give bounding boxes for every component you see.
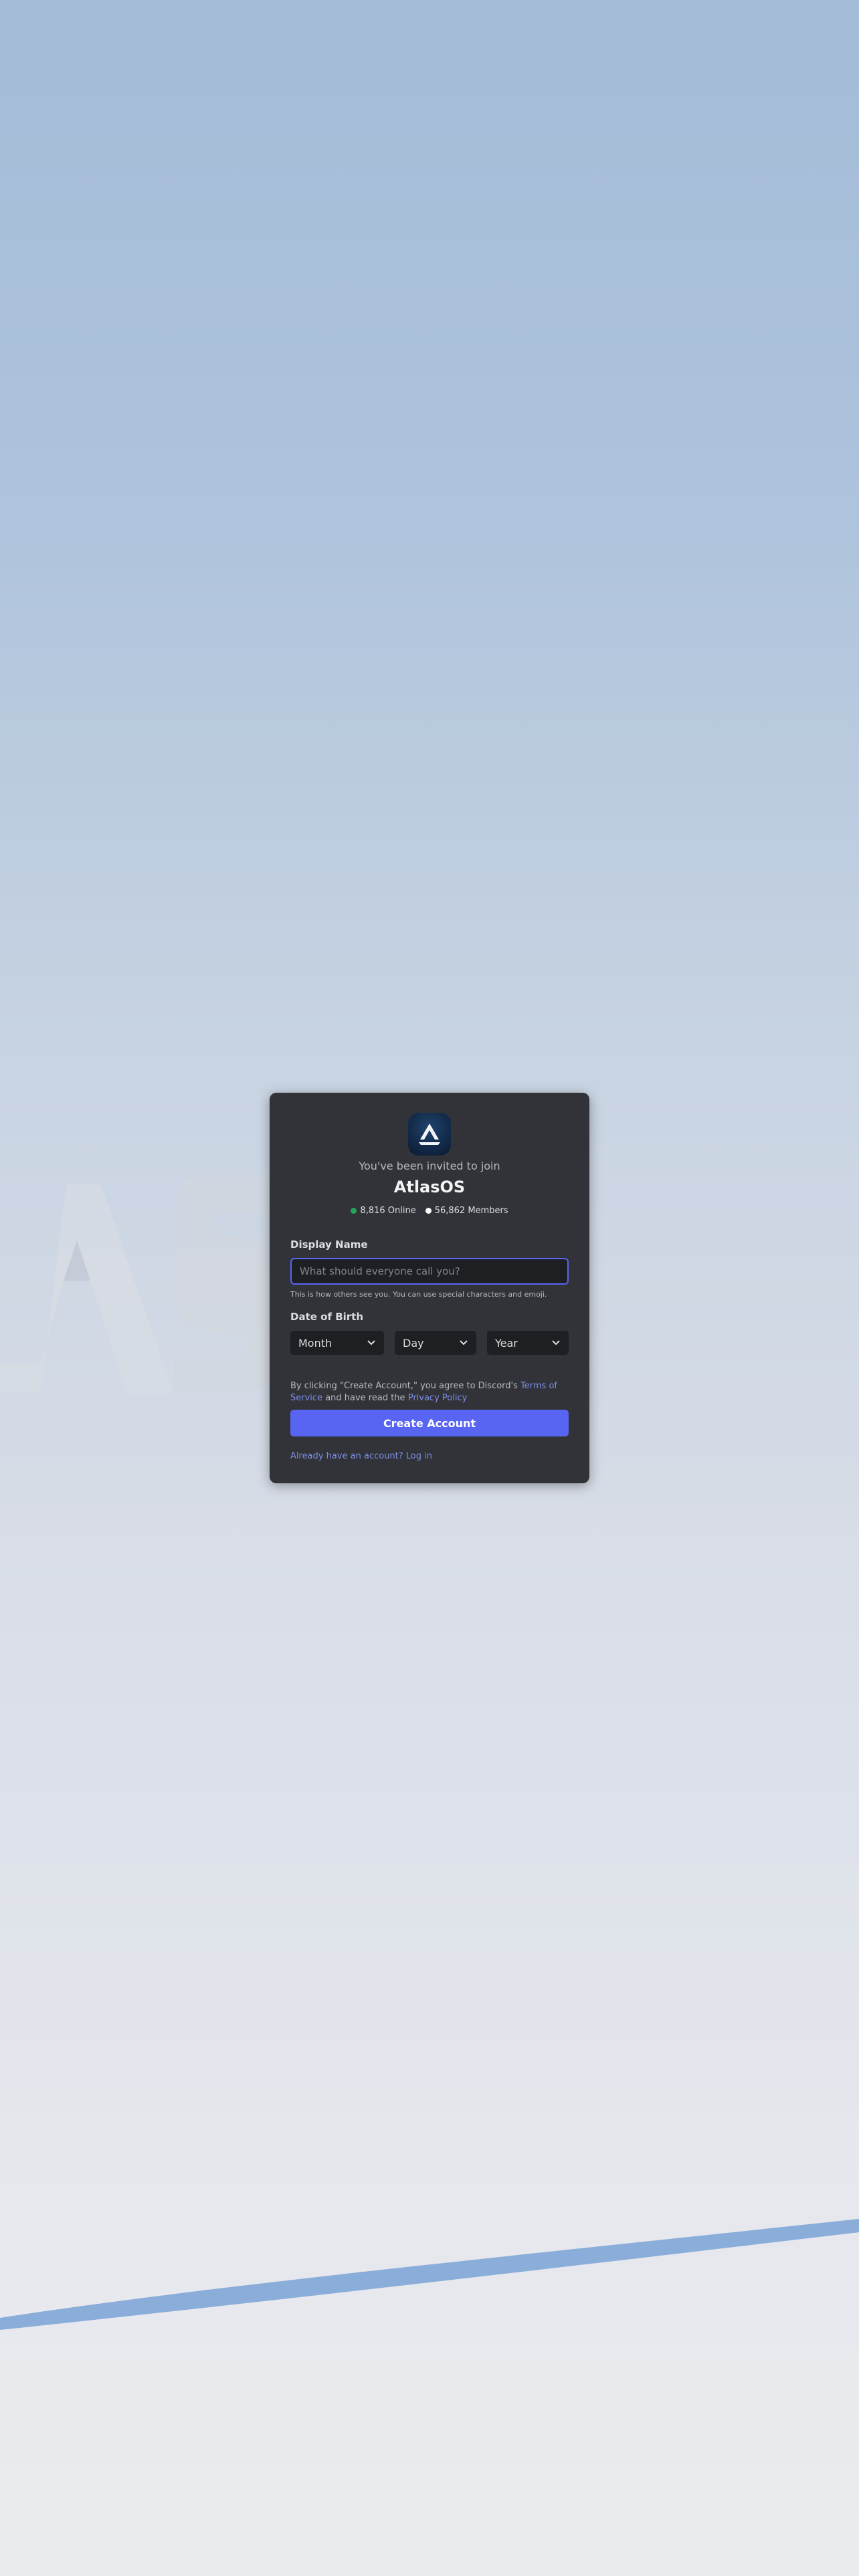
chevron-down-icon bbox=[459, 1339, 468, 1346]
online-count: 8,816 Online bbox=[351, 1206, 416, 1216]
display-name-hint: This is how others see you. You can use … bbox=[290, 1290, 547, 1299]
chevron-down-icon bbox=[551, 1339, 561, 1346]
month-select[interactable]: Month bbox=[290, 1331, 384, 1355]
legal-notice: By clicking "Create Account," you agree … bbox=[290, 1380, 571, 1404]
create-account-button[interactable]: Create Account bbox=[290, 1410, 569, 1436]
dob-label: Date of Birth bbox=[290, 1311, 364, 1323]
year-select-value: Year bbox=[495, 1336, 518, 1350]
year-select[interactable]: Year bbox=[487, 1331, 569, 1355]
online-count-label: 8,816 Online bbox=[360, 1206, 416, 1216]
invite-card: You've been invited to join AtlasOS 8,81… bbox=[270, 1093, 589, 1483]
background-stripe bbox=[0, 2219, 859, 2330]
background-logo-letters bbox=[0, 1177, 274, 1394]
member-counts: 8,816 Online 56,862 Members bbox=[270, 1206, 589, 1216]
login-link[interactable]: Already have an account? Log in bbox=[290, 1451, 432, 1461]
display-name-input[interactable] bbox=[290, 1258, 569, 1285]
server-name: AtlasOS bbox=[393, 1178, 466, 1196]
server-icon bbox=[408, 1113, 451, 1156]
day-select[interactable]: Day bbox=[395, 1331, 476, 1355]
legal-middle: and have read the bbox=[325, 1393, 405, 1403]
atlasos-logo-icon bbox=[419, 1123, 440, 1145]
legal-prefix: By clicking "Create Account," you agree … bbox=[290, 1381, 518, 1391]
day-select-value: Day bbox=[403, 1336, 424, 1350]
month-select-value: Month bbox=[298, 1336, 332, 1350]
privacy-policy-link[interactable]: Privacy Policy bbox=[408, 1393, 468, 1403]
invite-intro: You've been invited to join bbox=[359, 1160, 500, 1172]
online-dot-icon bbox=[351, 1208, 357, 1214]
member-count-label: 56,862 Members bbox=[434, 1206, 508, 1216]
chevron-down-icon bbox=[367, 1339, 376, 1346]
members-dot-icon bbox=[425, 1208, 432, 1214]
display-name-label: Display Name bbox=[290, 1239, 368, 1251]
member-count: 56,862 Members bbox=[425, 1206, 508, 1216]
